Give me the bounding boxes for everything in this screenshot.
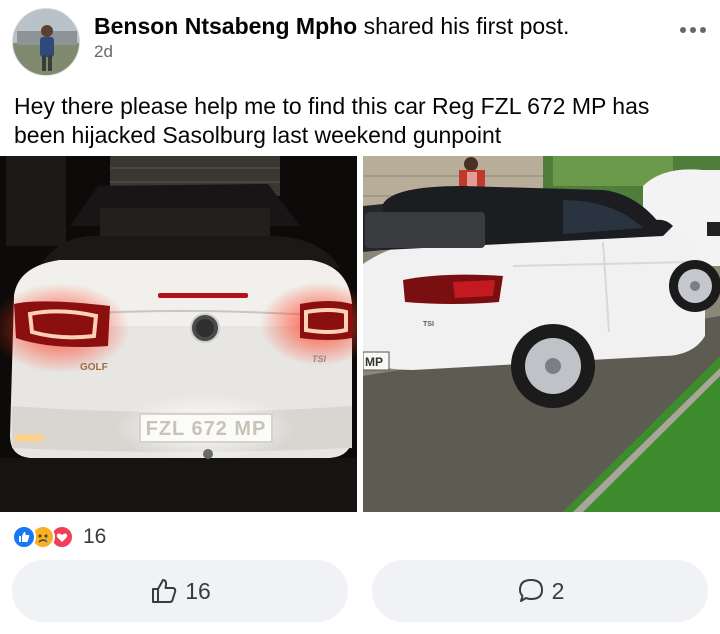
reactions-summary[interactable]: 16 bbox=[12, 524, 106, 550]
more-dot bbox=[680, 27, 686, 33]
post-text: Hey there please help me to find this ca… bbox=[14, 93, 650, 148]
comment-button[interactable]: 2 bbox=[372, 560, 708, 622]
comment-count: 2 bbox=[551, 577, 565, 604]
avatar-image bbox=[13, 9, 79, 75]
photo-badge-golf: GOLF bbox=[80, 362, 108, 373]
post-header: Benson Ntsabeng Mpho shared his first po… bbox=[94, 12, 569, 40]
post-timestamp[interactable]: 2d bbox=[94, 42, 113, 62]
photo-car-rear-night[interactable]: GOLF TSI FZL 672 MP bbox=[0, 156, 357, 512]
photo-right-badge-tsi: TSI bbox=[423, 321, 434, 328]
more-dot bbox=[690, 27, 696, 33]
photo-plate-text: FZL 672 MP bbox=[146, 418, 267, 440]
facebook-post: Benson Ntsabeng Mpho shared his first po… bbox=[0, 0, 720, 634]
comment-bubble-icon bbox=[516, 576, 546, 606]
more-dot bbox=[700, 27, 706, 33]
thumbs-up-icon bbox=[149, 576, 179, 606]
photo-car-side-day[interactable]: TSI MP bbox=[363, 156, 720, 512]
more-horizontal-icon[interactable] bbox=[680, 20, 706, 40]
photo-badge-tsi: TSI bbox=[312, 354, 327, 364]
author-action: shared his first post. bbox=[363, 13, 570, 39]
like-icon bbox=[12, 525, 36, 549]
like-count: 16 bbox=[185, 577, 211, 604]
reaction-count: 16 bbox=[83, 525, 107, 548]
photo-right-plate-text: MP bbox=[365, 355, 383, 369]
author-avatar[interactable] bbox=[12, 8, 80, 76]
author-name[interactable]: Benson Ntsabeng Mpho bbox=[94, 13, 357, 39]
like-button[interactable]: 16 bbox=[12, 560, 348, 622]
